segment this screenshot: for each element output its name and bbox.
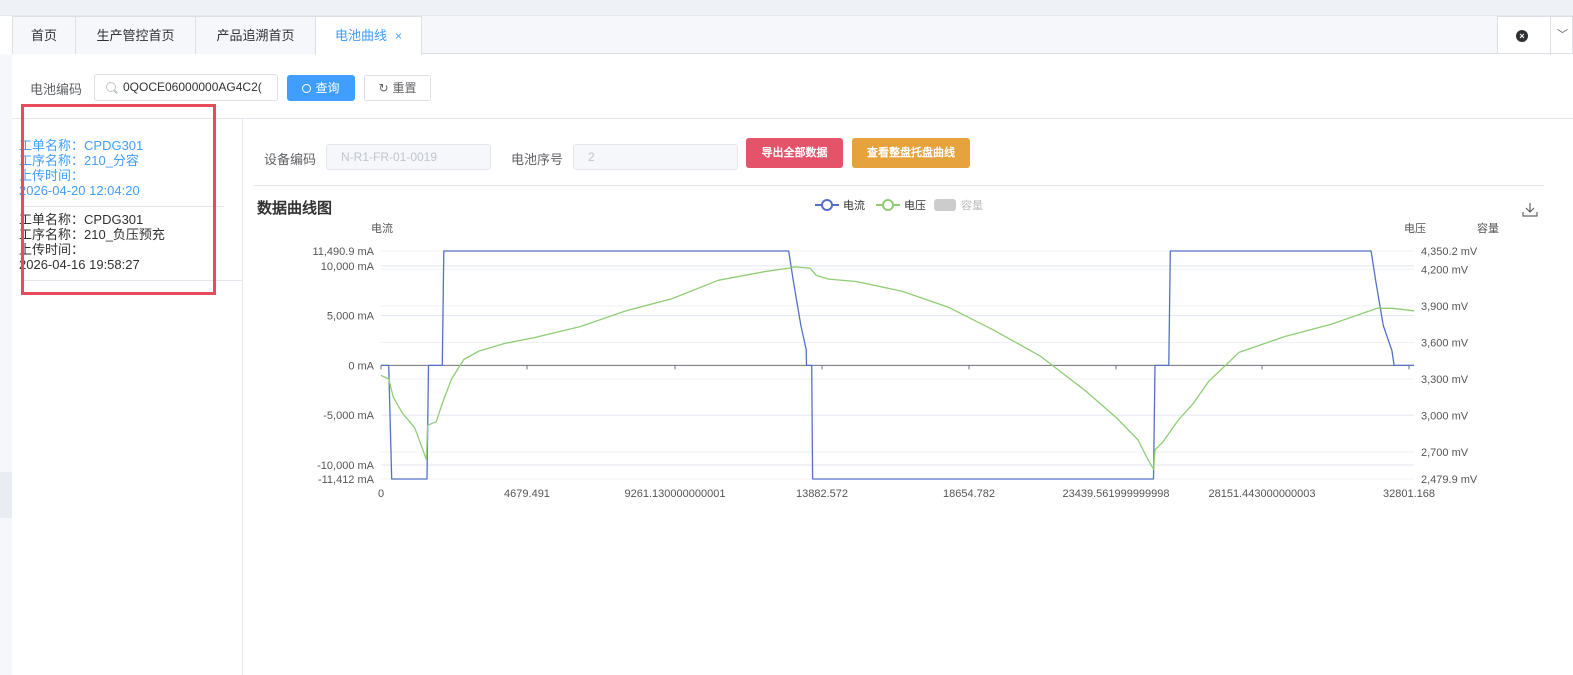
query-button-label: 查询 — [315, 81, 340, 95]
window-top-strip — [0, 0, 1573, 16]
export-all-button[interactable]: 导出全部数据 — [746, 138, 843, 168]
legend-capacity-swatch[interactable] — [934, 199, 956, 211]
y-left-tick-label: 5,000 mA — [327, 311, 375, 323]
device-code-input[interactable]: N-R1-FR-01-0019 — [326, 144, 491, 170]
y-left-tick-label: -11,412 mA — [318, 474, 375, 486]
y-left-tick-label: 0 mA — [348, 360, 374, 372]
tab-bar: 首页 生产管控首页 产品追溯首页 电池曲线 × × ﹀ — [12, 16, 1573, 55]
y-left-tick-label: 10,000 mA — [321, 261, 375, 273]
tab-production-control[interactable]: 生产管控首页 — [75, 16, 196, 54]
tab-home[interactable]: 首页 — [12, 16, 76, 54]
y-right-tick-label: 2,479.9 mV — [1421, 474, 1478, 486]
highlight-annotation-box — [21, 104, 216, 295]
legend-label: 电压 — [904, 199, 926, 212]
query-button[interactable]: 查询 — [287, 75, 355, 101]
y-right-axis-name-2: 容量 — [1477, 221, 1499, 235]
x-tick-label: 32801.168 — [1383, 488, 1435, 500]
battery-seq-label: 电池序号 — [511, 152, 564, 167]
refresh-icon: ↻ — [378, 81, 389, 95]
search-bar: 电池编码 0QOCE06000000AG4C2( 查询 ↻ 重置 — [12, 54, 1573, 119]
y-right-tick-label: 3,000 mV — [1421, 411, 1469, 423]
y-right-tick-label: 3,900 mV — [1421, 301, 1469, 313]
y-right-tick-label: 3,600 mV — [1421, 337, 1469, 349]
view-tray-curve-button[interactable]: 查看整盘托盘曲线 — [852, 138, 970, 168]
y-right-tick-label: 4,200 mV — [1421, 264, 1469, 276]
tab-label: 首页 — [30, 28, 57, 43]
x-tick-label: 4679.491 — [504, 488, 550, 500]
tab-tools: × ﹀ — [1497, 16, 1573, 55]
x-tick-label: 13882.572 — [796, 488, 848, 500]
x-tick-label: 0 — [378, 488, 384, 500]
data-curve-chart: 数据曲线图 电流 电压 容量电流 电压 容量11,490.9 mA10,000 mA5,0… — [257, 198, 1538, 500]
device-code-label: 设备编码 — [264, 152, 317, 167]
left-edge-strip — [0, 54, 12, 675]
x-tick-label: 9261.130000000001 — [625, 488, 726, 500]
tab-label: 产品追溯首页 — [216, 28, 295, 43]
battery-seq-input[interactable]: 2 — [573, 144, 738, 170]
panel-divider — [242, 137, 243, 675]
x-tick-label: 23439.561999999998 — [1062, 488, 1169, 500]
x-tick-label: 28151.443000000003 — [1208, 488, 1315, 500]
y-left-tick-label: -10,000 mA — [317, 460, 375, 472]
y-right-tick-label: 3,300 mV — [1421, 374, 1469, 386]
reset-button-label: 重置 — [392, 81, 417, 95]
battery-code-label: 电池编码 — [30, 82, 83, 97]
download-icon[interactable] — [1522, 203, 1538, 217]
search-icon — [106, 82, 116, 92]
legend-marker-icon[interactable] — [882, 199, 894, 211]
close-all-tabs-icon[interactable]: × — [1516, 30, 1528, 42]
tab-product-trace[interactable]: 产品追溯首页 — [195, 16, 316, 54]
y-left-tick-label: 11,490.9 mA — [312, 246, 374, 258]
tab-battery-curve[interactable]: 电池曲线 × — [315, 16, 422, 55]
y-left-tick-label: -5,000 mA — [323, 410, 374, 422]
toolbar-divider — [254, 185, 1544, 186]
left-edge-marker — [0, 472, 12, 518]
tab-close-icon[interactable]: × — [395, 29, 402, 43]
legend-label: 容量 — [961, 198, 983, 212]
x-tick-label: 18654.782 — [943, 488, 995, 500]
y-right-tick-label: 4,350.2 mV — [1421, 246, 1478, 258]
legend-label: 电流 — [843, 198, 865, 212]
chart-title: 数据曲线图 — [257, 199, 332, 217]
reset-button[interactable]: ↻ 重置 — [364, 75, 431, 101]
legend-marker-icon[interactable] — [821, 199, 833, 211]
battery-code-input[interactable]: 0QOCE06000000AG4C2( — [94, 74, 278, 101]
y-right-tick-label: 2,700 mV — [1421, 447, 1469, 459]
search-icon — [302, 84, 312, 93]
voltage-series-line — [380, 266, 1415, 470]
tab-label: 生产管控首页 — [96, 28, 175, 43]
y-left-axis-name: 电流 — [371, 221, 393, 235]
y-right-axis-name: 电压 — [1404, 222, 1426, 235]
chevron-down-icon[interactable]: ﹀ — [1550, 17, 1573, 55]
tab-label: 电池曲线 — [334, 28, 387, 43]
